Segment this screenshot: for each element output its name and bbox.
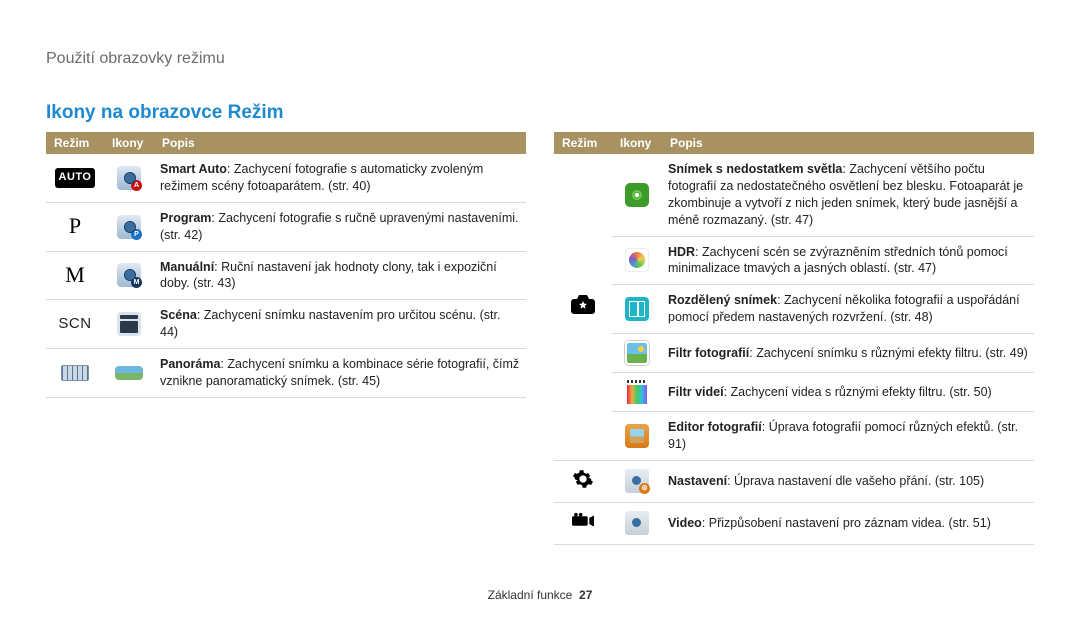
table-row: SCN Scéna: Zachycení snímku nastavením p… [46,300,526,349]
th-icons: Ikony [612,132,662,154]
mode-auto-icon: AUTO [55,168,96,188]
footer-page: 27 [579,588,592,602]
row-title: Smart Auto [160,162,227,176]
photo-editor-icon [625,424,649,448]
th-mode: Režim [554,132,612,154]
table-row: HDR: Zachycení scén se zvýrazněním střed… [554,236,1034,285]
row-title: Video [668,516,702,530]
row-title: Rozdělený snímek [668,293,777,307]
th-desc: Popis [154,132,526,154]
manual-icon: M [117,263,141,287]
th-icons: Ikony [104,132,154,154]
breadcrumb: Použití obrazovky režimu [46,50,1034,68]
video-filter-icon [625,380,649,404]
scene-icon [117,312,141,336]
panorama-icon [115,366,143,380]
mode-m-icon: M [55,264,95,284]
th-desc: Popis [662,132,1034,154]
table-row: Filtr fotografií: Zachycení snímku s růz… [554,334,1034,373]
split-shot-icon [625,297,649,321]
left-column: Režim Ikony Popis AUTO A Smart Auto: Zac… [46,132,526,545]
row-title: Editor fotografií [668,420,762,434]
mode-table-right: Režim Ikony Popis Snímek s nedostatkem s… [554,132,1034,545]
page-footer: Základní funkce 27 [0,588,1080,602]
page-heading: Ikony na obrazovce Režim [46,102,1034,124]
hdr-icon [625,248,649,272]
table-row: Rozdělený snímek: Zachycení několika fot… [554,285,1034,334]
right-column: Režim Ikony Popis Snímek s nedostatkem s… [554,132,1034,545]
footer-label: Základní funkce [488,588,573,602]
table-row: Filtr videí: Zachycení videa s různými e… [554,373,1034,412]
mode-p-icon: P [55,216,95,236]
smart-auto-icon: A [117,166,141,190]
mode-settings-icon [572,479,594,493]
row-title: Program [160,211,211,225]
video-icon [625,511,649,535]
mode-magic-icon [570,305,596,319]
mode-panorama-icon [61,365,89,381]
row-text: : Zachycení fotografie s ručně upraveným… [160,211,519,242]
row-title: Snímek s nedostatkem světla [668,162,842,176]
row-title: Manuální [160,260,214,274]
table-row: Panoráma: Zachycení snímku a kombinace s… [46,349,526,398]
table-row: Snímek s nedostatkem světla: Zachycení v… [554,154,1034,236]
low-light-icon [625,183,649,207]
photo-filter-icon [625,341,649,365]
row-text: : Zachycení videa s různými efekty filtr… [724,385,992,399]
row-text: : Zachycení snímku s různými efekty filt… [749,346,1028,360]
settings-icon: ⚙ [625,469,649,493]
table-row: ⚙ Nastavení: Úprava nastavení dle vašeho… [554,460,1034,502]
row-title: HDR [668,245,695,259]
mode-scn-icon: SCN [54,314,95,334]
table-row: P P Program: Zachycení fotografie s ručn… [46,202,526,251]
row-title: Panoráma [160,357,220,371]
program-icon: P [117,215,141,239]
row-text: : Přizpůsobení nastavení pro záznam vide… [702,516,991,530]
row-text: : Úprava nastavení dle vašeho přání. (st… [727,474,984,488]
mode-table-left: Režim Ikony Popis AUTO A Smart Auto: Zac… [46,132,526,398]
table-row: AUTO A Smart Auto: Zachycení fotografie … [46,154,526,202]
mode-video-icon [572,521,594,535]
table-row: M M Manuální: Ruční nastavení jak hodnot… [46,251,526,300]
row-title: Nastavení [668,474,727,488]
th-mode: Režim [46,132,104,154]
row-text: : Zachycení snímku nastavením pro určito… [160,308,500,339]
row-title: Scéna [160,308,197,322]
table-row: Editor fotografií: Úprava fotografií pom… [554,412,1034,461]
row-title: Filtr fotografií [668,346,749,360]
table-row: Video: Přizpůsobení nastavení pro záznam… [554,502,1034,544]
row-title: Filtr videí [668,385,724,399]
row-text: : Zachycení scén se zvýrazněním středníc… [668,245,1008,276]
